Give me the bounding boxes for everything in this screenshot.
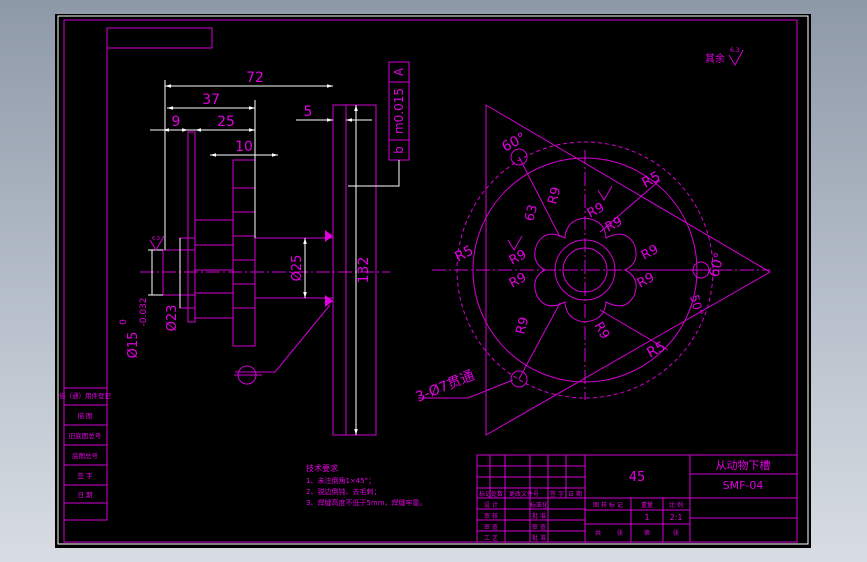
dim-10: 10 bbox=[235, 139, 253, 155]
role-0: 设 计 bbox=[484, 501, 498, 509]
flatness-symbol: b bbox=[392, 146, 406, 154]
r9-7: R9 bbox=[513, 315, 532, 336]
dim-132: 132 bbox=[356, 257, 372, 284]
quantity: 1 bbox=[644, 513, 649, 522]
drawing-number: SMF-04 bbox=[723, 479, 764, 492]
material: 45 bbox=[629, 470, 646, 485]
sheets-2: 第 bbox=[644, 529, 650, 537]
dim-dia15: Ø15 bbox=[126, 332, 141, 359]
hdr-date: 日 期 bbox=[568, 490, 582, 498]
role2-3: 批 准 bbox=[532, 534, 546, 542]
tech-line-1: 1、未注倒角1×45°； bbox=[306, 476, 375, 485]
stage-label: 图 样 标 记 bbox=[593, 501, 623, 509]
side-registration-block: 借（通）用件登记 描 图 旧底图总号 底图总号 签 字 日 期 bbox=[59, 387, 112, 521]
roughness-sym-shaft: 6.3 bbox=[152, 236, 160, 242]
dim-25: 25 bbox=[217, 114, 235, 130]
tech-line-2: 2、锐边倒钝、去毛刺； bbox=[306, 487, 380, 496]
flatness-value: m0.015 bbox=[392, 88, 406, 134]
part-name: 从动物下槽 bbox=[716, 458, 771, 472]
hdr-file: 更改文件号 bbox=[509, 490, 539, 498]
tol-lower: -0.032 bbox=[139, 297, 149, 326]
holes-label: 3-Ø7贯通 bbox=[414, 368, 477, 406]
sheets-1: 张 bbox=[617, 529, 623, 537]
angle-50: 50° bbox=[687, 293, 706, 317]
inner-frame bbox=[63, 19, 798, 543]
side-label-0: 借（通）用件登记 bbox=[59, 391, 112, 400]
side-label-5: 日 期 bbox=[77, 491, 93, 499]
scale-value: 2:1 bbox=[670, 513, 683, 522]
scale-label: 比 例 bbox=[669, 501, 683, 509]
tol-upper: 0 bbox=[119, 319, 129, 325]
role-3: 工 艺 bbox=[484, 534, 498, 542]
sheets-3: 张 bbox=[673, 529, 679, 537]
side-label-3: 底图总号 bbox=[72, 451, 99, 460]
angle-60-right: 60° bbox=[706, 251, 728, 279]
r9-3: R9 bbox=[639, 242, 661, 263]
front-view: 60° 60° 50° R5 R5 R5 63 R9 R9 R9 R9 R9 R… bbox=[414, 104, 771, 436]
role2-2: 审 查 bbox=[532, 523, 546, 531]
r9-8: R9 bbox=[591, 320, 613, 342]
roughness-sym-value: 6.3 bbox=[730, 47, 740, 54]
r9-4: R9 bbox=[635, 270, 657, 291]
r9-5: R9 bbox=[507, 247, 529, 268]
weight-label: 重量 bbox=[641, 501, 653, 509]
side-view: 72 37 9 25 10 5 132 Ø25 Ø23 Ø15 0 -0.032 bbox=[119, 61, 410, 436]
datum-label: A bbox=[392, 67, 406, 76]
r5-top: R5 bbox=[639, 169, 663, 192]
dim-37: 37 bbox=[202, 92, 220, 108]
role2-1: 批 准 bbox=[532, 512, 546, 520]
tech-requirements: 技术要求 1、未注倒角1×45°； 2、锐边倒钝、去毛刺； 3、焊缝高度不低于5… bbox=[306, 463, 427, 507]
cad-drawing[interactable]: 借（通）用件登记 描 图 旧底图总号 底图总号 签 字 日 期 其余 6.3 7… bbox=[0, 0, 867, 562]
r9-6: R9 bbox=[507, 270, 529, 291]
roughness-note: 其余 bbox=[705, 52, 725, 65]
outer-frame bbox=[57, 15, 809, 545]
role-1: 审 核 bbox=[484, 512, 498, 520]
side-label-1: 描 图 bbox=[77, 411, 92, 420]
hdr-sign: 签 字 bbox=[550, 490, 564, 498]
tech-title: 技术要求 bbox=[306, 463, 338, 473]
title-block: 标记处数 更改文件号 签 字 日 期 设 计 审 核 审 查 工 艺 标准化 批… bbox=[476, 454, 798, 543]
dim-72: 72 bbox=[246, 70, 264, 86]
tech-line-3: 3、焊缝高度不低于5mm，焊缝牢靠。 bbox=[306, 498, 427, 507]
r9-0: R9 bbox=[545, 185, 564, 206]
roughness-symbol-front-a bbox=[597, 185, 613, 201]
r9-2: R9 bbox=[603, 214, 625, 235]
r5-left: R5 bbox=[452, 243, 476, 266]
role2-0: 标准化 bbox=[530, 501, 548, 509]
role-2: 审 查 bbox=[484, 523, 498, 531]
top-left-box bbox=[106, 27, 213, 49]
r63: 63 bbox=[522, 203, 541, 223]
dim-dia25: Ø25 bbox=[290, 255, 305, 282]
hdr-mark: 标记处数 bbox=[479, 490, 503, 498]
dim-9: 9 bbox=[172, 114, 181, 130]
side-label-2: 旧底图总号 bbox=[69, 431, 102, 440]
dim-dia23: Ø23 bbox=[165, 305, 180, 332]
dim-5: 5 bbox=[304, 104, 313, 120]
side-label-4: 签 字 bbox=[77, 471, 93, 480]
sheets-0: 共 bbox=[595, 529, 601, 537]
